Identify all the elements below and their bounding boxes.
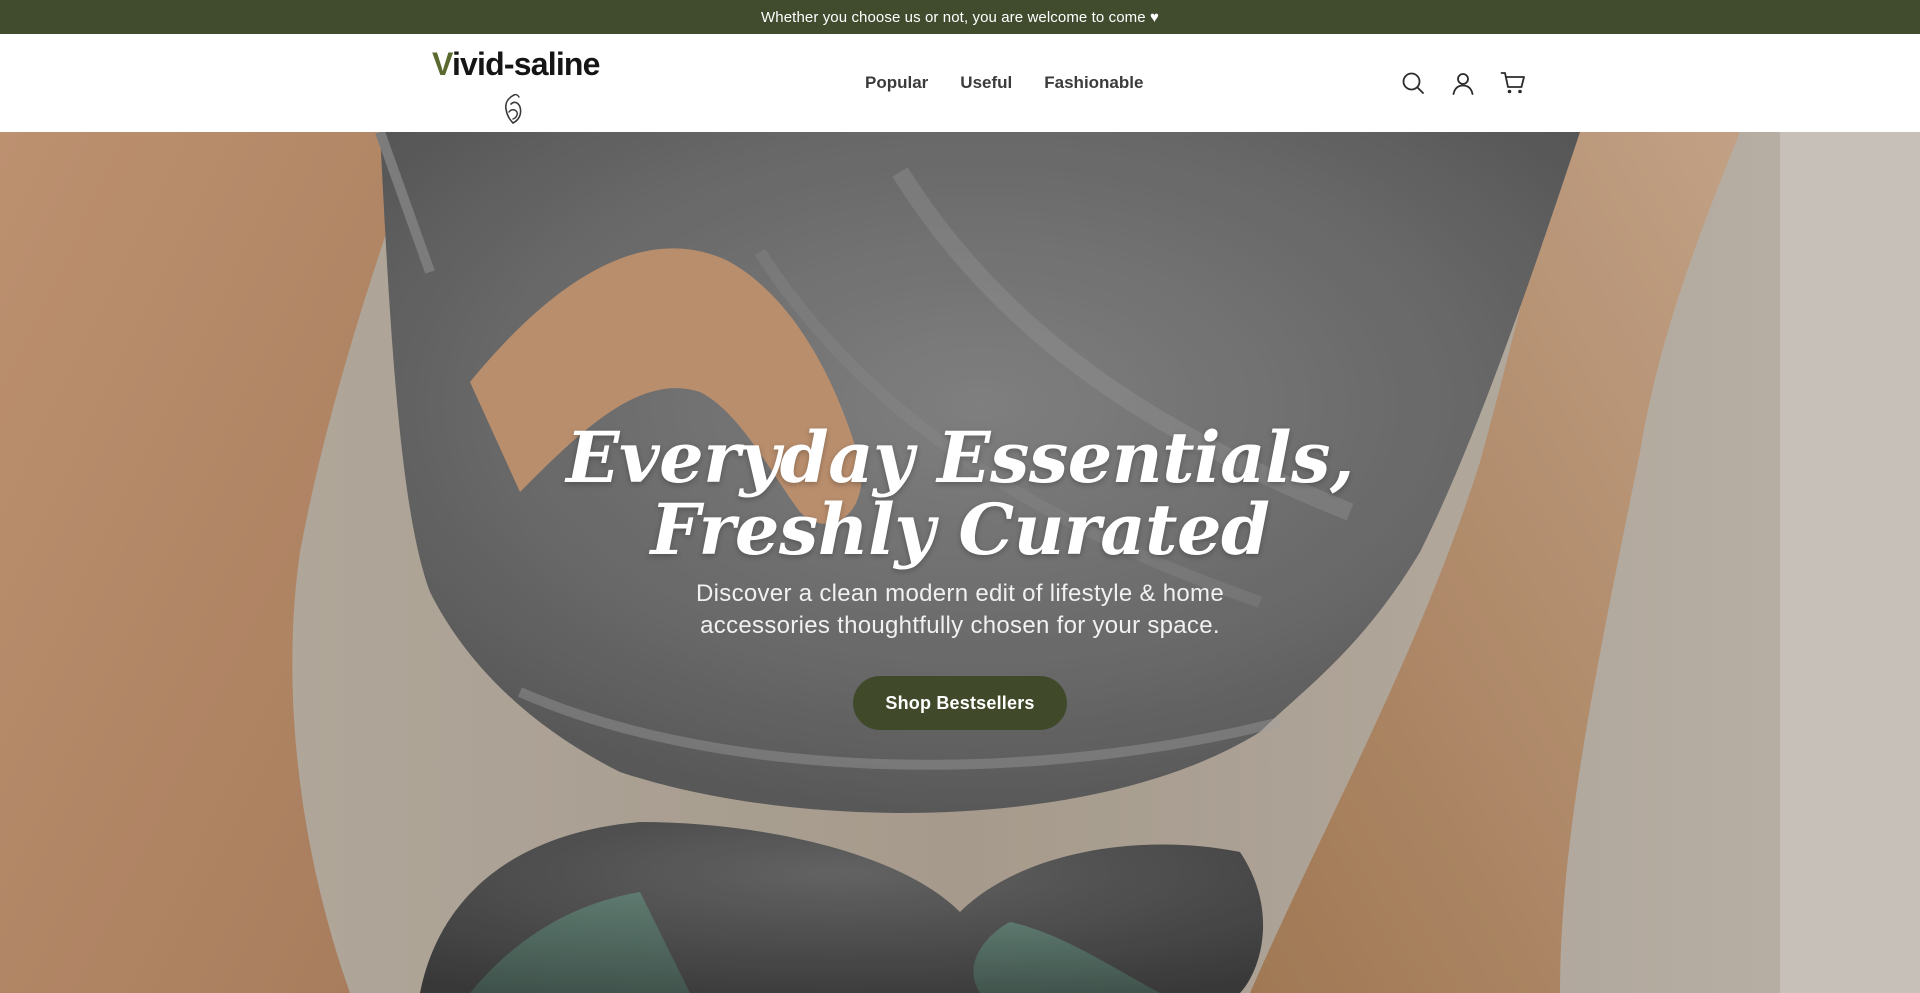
hero-banner: Everyday Essentials, Freshly Curated Dis… — [0, 132, 1920, 993]
hero-title: Everyday Essentials, Freshly Curated — [0, 422, 1920, 566]
cart-icon[interactable] — [1500, 70, 1526, 96]
header-actions — [1400, 34, 1526, 132]
logo-mark-icon — [505, 93, 522, 124]
shop-bestsellers-button[interactable]: Shop Bestsellers — [853, 676, 1067, 730]
hero-title-line2: Freshly Curated — [650, 488, 1270, 571]
nav-item-popular[interactable]: Popular — [865, 73, 928, 93]
nav-item-useful[interactable]: Useful — [960, 73, 1012, 93]
hero-title-line1: Everyday Essentials, — [566, 416, 1354, 499]
main-nav: Popular Useful Fashionable — [865, 34, 1143, 132]
account-icon[interactable] — [1450, 70, 1476, 96]
search-icon[interactable] — [1400, 70, 1426, 96]
logo-wordmark: Vivid-saline — [432, 46, 600, 83]
site-header: Vivid-saline Popular Useful Fashionable — [0, 34, 1920, 132]
announcement-bar: Whether you choose us or not, you are we… — [0, 0, 1920, 34]
logo-first-letter: V — [432, 46, 453, 82]
logo-rest: ivid-saline — [451, 46, 601, 82]
hero-content: Everyday Essentials, Freshly Curated Dis… — [0, 422, 1920, 730]
site-logo[interactable]: Vivid-saline — [430, 46, 600, 126]
hero-subtitle: Discover a clean modern edit of lifestyl… — [696, 580, 1224, 639]
announcement-text: Whether you choose us or not, you are we… — [761, 8, 1159, 26]
nav-item-fashionable[interactable]: Fashionable — [1044, 73, 1143, 93]
